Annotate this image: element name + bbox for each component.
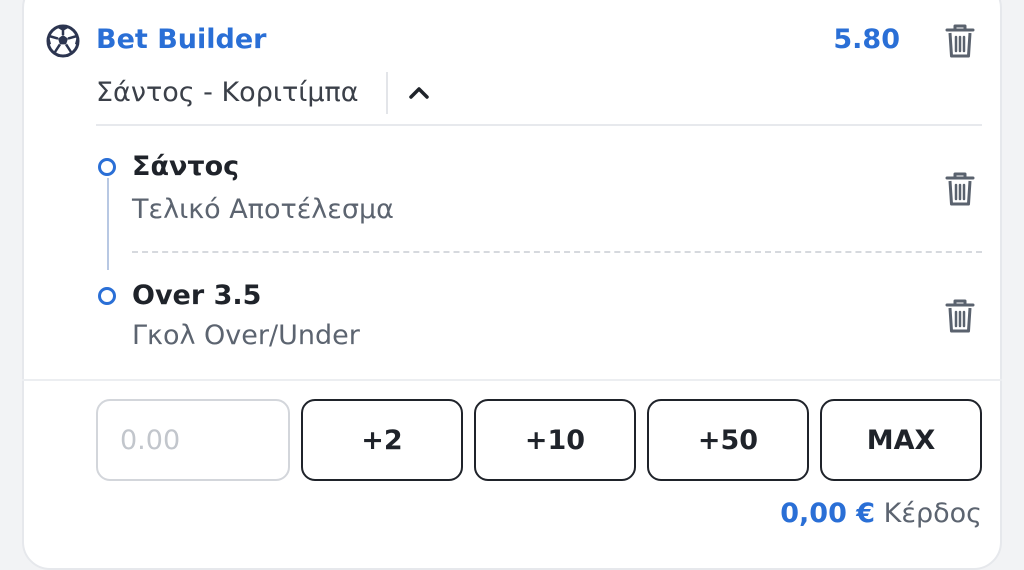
stake-input[interactable] bbox=[98, 401, 288, 479]
selection-dot bbox=[98, 287, 116, 305]
collapse-toggle[interactable] bbox=[400, 76, 438, 110]
selection-market: Γκολ Over/Under bbox=[132, 320, 360, 351]
divider bbox=[22, 379, 1002, 381]
trash-icon bbox=[945, 299, 975, 333]
max-stake-button[interactable]: MAX bbox=[820, 399, 982, 481]
potential-profit: 0,00 € Κέρδος bbox=[780, 496, 982, 532]
selection-dot bbox=[98, 158, 116, 176]
chevron-up-icon bbox=[409, 87, 429, 99]
bet-builder-title: Bet Builder bbox=[96, 24, 267, 55]
selection-market: Τελικό Αποτέλεσμα bbox=[132, 194, 394, 225]
soccer-ball-icon bbox=[46, 24, 80, 58]
remove-bet-builder-button[interactable] bbox=[943, 22, 977, 60]
divider bbox=[132, 251, 982, 253]
remove-selection-button[interactable] bbox=[943, 170, 977, 208]
selection-title: Over 3.5 bbox=[132, 280, 262, 311]
trash-icon bbox=[945, 24, 975, 58]
match-name: Σάντος - Κοριτίμπα bbox=[96, 77, 359, 108]
stake-field[interactable] bbox=[96, 399, 290, 481]
quick-stake-2-button[interactable]: +2 bbox=[301, 399, 463, 481]
total-odds: 5.80 bbox=[833, 24, 900, 55]
trash-icon bbox=[945, 172, 975, 206]
divider bbox=[96, 124, 982, 126]
selection-timeline bbox=[107, 178, 109, 270]
remove-selection-button[interactable] bbox=[943, 297, 977, 335]
profit-label: Κέρδος bbox=[883, 498, 982, 529]
profit-amount: 0,00 € bbox=[780, 498, 876, 529]
quick-stake-10-button[interactable]: +10 bbox=[474, 399, 636, 481]
divider bbox=[386, 72, 388, 114]
selection-title: Σάντος bbox=[132, 151, 240, 182]
quick-stake-50-button[interactable]: +50 bbox=[647, 399, 809, 481]
